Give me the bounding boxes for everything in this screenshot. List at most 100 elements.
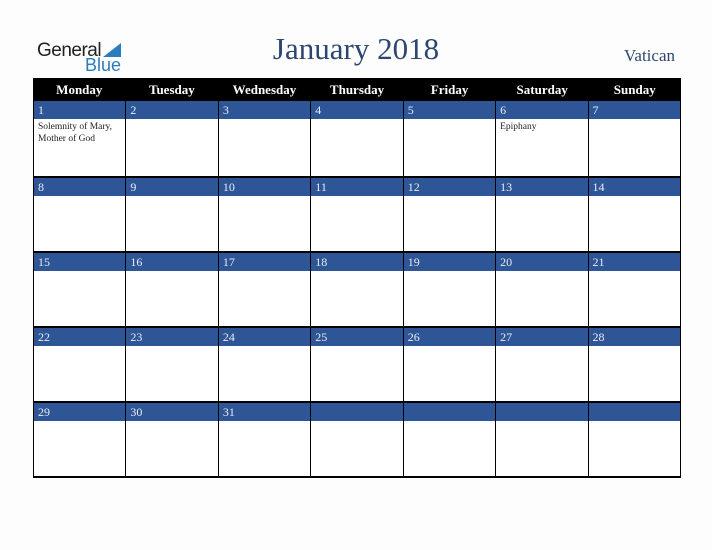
day-number: 31 [218,403,311,421]
holiday-label [496,346,587,350]
day-cell[interactable]: 15 [34,253,127,328]
weekday-label: Saturday [516,82,568,97]
holiday-label [589,119,680,123]
day-cell[interactable] [588,403,681,478]
day-cell[interactable]: 26 [403,328,497,403]
day-cell[interactable]: 21 [588,253,681,328]
day-cell[interactable]: 19 [403,253,497,328]
day-cell[interactable]: 25 [311,328,404,403]
day-cell[interactable]: 9 [126,178,219,253]
day-cell[interactable]: 16 [126,253,219,328]
day-number: 7 [588,101,680,119]
day-cell[interactable]: 31 [218,403,312,478]
weekday-label: Tuesday [148,82,195,97]
day-number: 9 [126,178,218,196]
holiday-label [219,196,310,200]
day-number: 3 [218,101,311,119]
day-number [403,403,496,421]
day-number [496,403,588,421]
day-cell[interactable]: 22 [34,328,127,403]
week-row: 22 23 24 25 26 27 28 [33,328,681,403]
week-row: 8 9 10 11 12 13 14 [33,178,681,253]
day-cell[interactable]: 4 [311,101,404,178]
day-number: 19 [403,253,496,271]
day-number: 26 [403,328,496,346]
holiday-label [404,421,495,425]
day-cell[interactable]: 18 [311,253,404,328]
holiday-label [311,346,402,350]
holiday-label [311,421,402,425]
holiday-label [126,119,217,123]
day-cell[interactable]: 10 [218,178,312,253]
holiday-label [589,271,680,275]
day-number: 28 [588,328,680,346]
holiday-label [311,271,402,275]
day-cell[interactable]: 7 [588,101,681,178]
day-number: 11 [311,178,403,196]
day-number: 17 [218,253,311,271]
holiday-label [311,196,402,200]
day-number: 18 [311,253,403,271]
holiday-label [34,421,125,425]
weekday-header: Monday Tuesday Wednesday Thursday Friday… [33,78,681,101]
holiday-label [34,196,125,200]
day-cell[interactable]: 17 [218,253,312,328]
holiday-label [219,346,310,350]
day-cell[interactable] [311,403,404,478]
holiday-label [589,346,680,350]
day-number: 6 [496,101,588,119]
day-cell[interactable]: 30 [126,403,219,478]
day-number: 12 [403,178,496,196]
day-cell[interactable]: 3 [218,101,312,178]
day-cell[interactable]: 12 [403,178,497,253]
day-cell[interactable]: 28 [588,328,681,403]
day-cell[interactable]: 24 [218,328,312,403]
day-cell[interactable] [496,403,589,478]
holiday-label [496,421,587,425]
day-number: 22 [34,328,126,346]
day-number: 23 [126,328,218,346]
holiday-label [404,271,495,275]
day-cell[interactable]: 14 [588,178,681,253]
day-number: 27 [496,328,588,346]
holiday-label [404,119,495,123]
day-cell[interactable]: 5 [403,101,497,178]
day-cell[interactable]: 11 [311,178,404,253]
holiday-label [126,346,217,350]
day-cell[interactable]: 13 [496,178,589,253]
day-cell[interactable] [403,403,497,478]
day-cell[interactable]: 27 [496,328,589,403]
week-row: 1 Solemnity of Mary, Mother of God 2 3 4 5 6 Ep… [33,101,681,178]
day-number: 30 [126,403,218,421]
day-number: 21 [588,253,680,271]
day-cell[interactable]: 8 [34,178,127,253]
day-number: 4 [311,101,403,119]
holiday-label [589,421,680,425]
day-number [588,403,680,421]
weekday-label: Wednesday [232,82,297,97]
holiday-label [589,196,680,200]
week-row: 29 30 31 [33,403,681,478]
day-cell[interactable]: 2 [126,101,219,178]
day-cell[interactable]: 1 Solemnity of Mary, Mother of God [34,101,127,178]
day-number: 20 [496,253,588,271]
holiday-label [496,196,587,200]
day-cell[interactable]: 29 [34,403,127,478]
holiday-label [219,271,310,275]
day-number: 1 [34,101,126,119]
day-cell[interactable]: 20 [496,253,589,328]
day-number: 10 [218,178,311,196]
holiday-label: Epiphany [500,122,537,132]
holiday-label [404,196,495,200]
day-number: 29 [34,403,126,421]
day-cell[interactable]: 6 Epiphany [496,101,589,178]
day-number: 25 [311,328,403,346]
holiday-label [219,119,310,123]
day-cell[interactable]: 23 [126,328,219,403]
week-row: 15 16 17 18 19 20 21 [33,253,681,328]
holiday-label [404,346,495,350]
weekday-label: Friday [430,82,469,97]
holiday-label [126,196,217,200]
holiday-label: Solemnity of Mary, Mother of God [38,122,113,144]
day-number: 2 [126,101,218,119]
